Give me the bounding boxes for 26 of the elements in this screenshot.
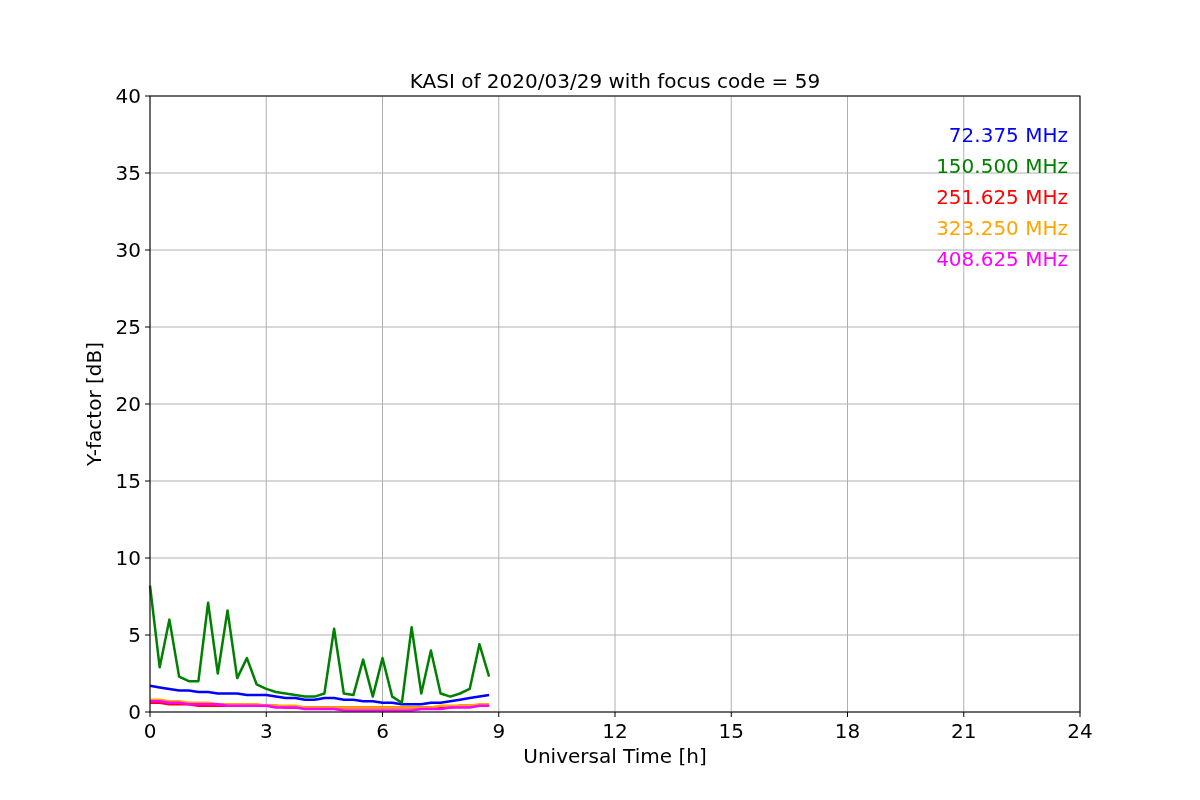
y-tick-label: 30 [115, 238, 141, 262]
x-tick-label: 3 [259, 719, 273, 743]
legend-label: 408.625 MHz [936, 247, 1068, 271]
x-tick-label: 6 [376, 719, 389, 743]
y-tick-label: 40 [115, 84, 141, 108]
chart-title: KASI of 2020/03/29 with focus code = 59 [409, 69, 821, 93]
legend-label: 72.375 MHz [948, 123, 1068, 147]
y-tick-label: 0 [128, 700, 141, 724]
x-tick-label: 15 [718, 719, 744, 743]
y-tick-label: 5 [128, 623, 141, 647]
legend-label: 251.625 MHz [936, 185, 1068, 209]
x-tick-label: 0 [143, 719, 157, 743]
y-tick-label: 15 [115, 469, 141, 493]
y-tick-label: 20 [115, 392, 141, 416]
x-tick-label: 9 [492, 719, 506, 743]
x-axis-label: Universal Time [h] [523, 744, 707, 768]
x-tick-label: 12 [602, 719, 628, 743]
legend-label: 150.500 MHz [936, 154, 1068, 178]
y-axis-label: Y-factor [dB] [82, 342, 106, 466]
x-tick-label: 24 [1067, 719, 1093, 743]
y-tick-label: 10 [115, 546, 141, 570]
x-tick-label: 21 [951, 719, 977, 743]
x-tick-label: 18 [834, 719, 861, 743]
legend-label: 323.250 MHz [936, 216, 1068, 240]
y-tick-label: 35 [115, 161, 141, 185]
y-tick-label: 25 [115, 315, 141, 339]
